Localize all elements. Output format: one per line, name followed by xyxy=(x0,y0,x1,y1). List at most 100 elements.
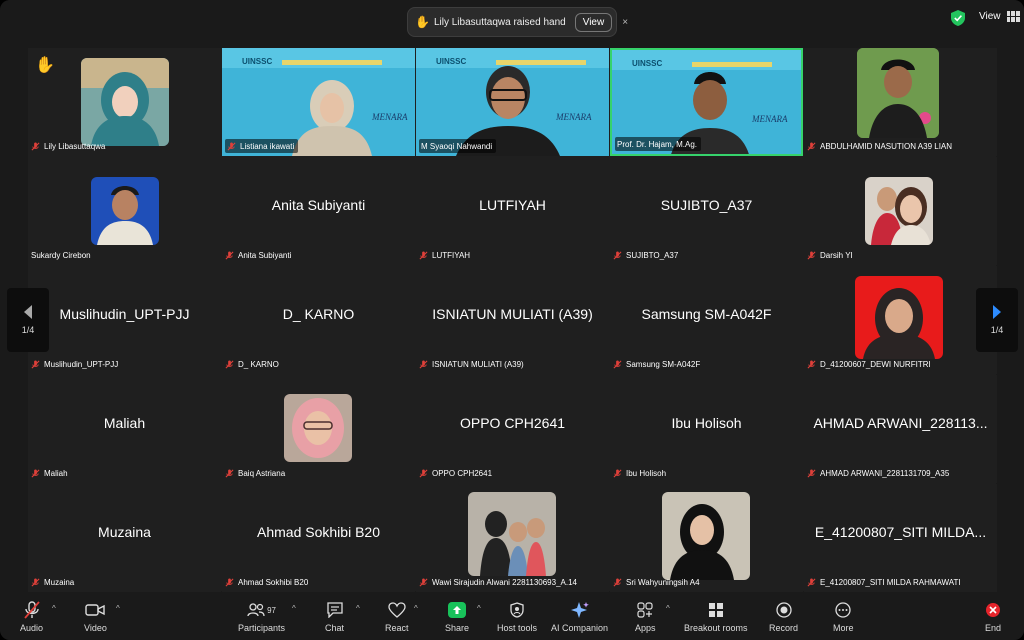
participant-tile[interactable]: Darsih YI xyxy=(804,157,997,265)
video-camera-icon xyxy=(85,604,106,616)
participant-name-label: SUJIBTO_A37 xyxy=(613,248,678,262)
participant-tile[interactable]: D_41200607_DEWI NURFITRI xyxy=(804,266,997,374)
participant-avatar xyxy=(468,492,556,576)
mic-muted-icon xyxy=(31,141,40,150)
mic-muted-icon xyxy=(31,577,40,586)
mic-muted-icon xyxy=(31,468,40,477)
participant-tile[interactable]: Samsung SM-A042F Samsung SM-A042F xyxy=(610,266,803,374)
participant-tile[interactable]: Sukardy Cirebon xyxy=(28,157,221,265)
mic-muted-icon xyxy=(613,359,622,368)
gallery-view: ✋ Lily Libasuttaqwa UINSSC MENARA Listia… xyxy=(28,48,997,592)
next-page-button[interactable]: 1/4 xyxy=(976,288,1018,352)
mic-muted-icon xyxy=(419,359,428,368)
react-options-caret-icon[interactable]: ^ xyxy=(414,604,418,613)
participant-tile[interactable]: OPPO CPH2641 OPPO CPH2641 xyxy=(416,375,609,483)
participant-tile[interactable]: LUTFIYAH LUTFIYAH xyxy=(416,157,609,265)
participant-tile[interactable]: Muzaina Muzaina xyxy=(28,484,221,592)
participant-tile-active-speaker[interactable]: UINSSC MENARA Prof. Dr. Hajam, M.Ag. xyxy=(610,48,803,156)
ai-companion-button[interactable]: AI Companion xyxy=(551,599,608,633)
participant-tile[interactable]: Wawi Sirajudin Alwani 2281130693_A.14 xyxy=(416,484,609,592)
participant-tile[interactable]: UINSSC MENARA Listiana ikawati xyxy=(222,48,415,156)
apps-button[interactable]: Apps xyxy=(635,599,656,633)
raised-hand-icon: ✋ xyxy=(415,15,430,29)
gallery-grid-icon xyxy=(1006,11,1020,22)
participant-name-label: Samsung SM-A042F xyxy=(613,357,700,371)
participant-tile[interactable]: Muslihudin_UPT-PJJ Muslihudin_UPT-PJJ xyxy=(28,266,221,374)
apps-options-caret-icon[interactable]: ^ xyxy=(666,604,670,613)
participant-display-name: LUTFIYAH xyxy=(479,196,546,213)
participant-name-label: Sukardy Cirebon xyxy=(31,250,91,260)
svg-text:MENARA: MENARA xyxy=(751,114,788,124)
breakout-rooms-button[interactable]: Breakout rooms xyxy=(684,599,748,633)
participant-tile[interactable]: ISNIATUN MULIATI (A39) ISNIATUN MULIATI … xyxy=(416,266,609,374)
participant-display-name: SUJIBTO_A37 xyxy=(660,196,753,213)
audio-options-caret-icon[interactable]: ^ xyxy=(52,604,56,613)
previous-page-button[interactable]: 1/4 xyxy=(7,288,49,352)
video-button[interactable]: Video xyxy=(84,599,107,633)
host-shield-icon xyxy=(510,602,524,618)
participant-avatar xyxy=(284,394,352,462)
participant-name-label: Listiana ikawati xyxy=(225,139,299,153)
notification-text: Lily Libasuttaqwa raised hand xyxy=(433,16,566,28)
more-button[interactable]: More xyxy=(833,599,854,633)
mic-muted-icon xyxy=(23,601,40,619)
avatar-photo xyxy=(81,58,169,146)
host-tools-button[interactable]: Host tools xyxy=(497,599,537,633)
participant-display-name: OPPO CPH2641 xyxy=(459,414,566,431)
avatar-photo xyxy=(91,177,159,245)
view-menu-button[interactable]: View xyxy=(979,11,1020,22)
share-button[interactable]: Share xyxy=(445,599,469,633)
participant-name-label: M Syaoqi Nahwandi xyxy=(419,139,497,153)
end-meeting-button[interactable]: End xyxy=(985,599,1001,633)
mic-muted-icon xyxy=(225,468,234,477)
mic-muted-icon xyxy=(225,250,234,259)
participant-tile[interactable]: Ibu Holisoh Ibu Holisoh xyxy=(610,375,803,483)
notification-close-icon[interactable]: × xyxy=(622,17,628,28)
chat-options-caret-icon[interactable]: ^ xyxy=(356,604,360,613)
react-button[interactable]: React xyxy=(385,599,409,633)
top-bar: ✋ Lily Libasuttaqwa raised hand View × V… xyxy=(0,0,1024,44)
participant-tile[interactable]: Maliah Maliah xyxy=(28,375,221,483)
participant-tile[interactable]: UINSSC MENARA M Syaoqi Nahwandi xyxy=(416,48,609,156)
participant-tile[interactable]: AHMAD ARWANI_228113... AHMAD ARWANI_2281… xyxy=(804,375,997,483)
participant-avatar xyxy=(857,48,939,138)
participant-name-label: Muslihudin_UPT-PJJ xyxy=(31,357,118,371)
participants-options-caret-icon[interactable]: ^ xyxy=(292,604,296,613)
participant-tile[interactable]: ABDULHAMID NASUTION A39 LIAN xyxy=(804,48,997,156)
mic-muted-icon xyxy=(227,141,236,150)
participant-display-name: ISNIATUN MULIATI (A39) xyxy=(432,305,593,322)
participant-tile[interactable]: SUJIBTO_A37 SUJIBTO_A37 xyxy=(610,157,803,265)
participant-name-label: ISNIATUN MULIATI (A39) xyxy=(419,357,524,371)
participant-tile[interactable]: Ahmad Sokhibi B20 Ahmad Sokhibi B20 xyxy=(222,484,415,592)
avatar-photo xyxy=(865,177,933,245)
participant-display-name: Samsung SM-A042F xyxy=(641,305,772,322)
share-options-caret-icon[interactable]: ^ xyxy=(477,604,481,613)
participant-tile[interactable]: ✋ Lily Libasuttaqwa xyxy=(28,48,221,156)
mic-muted-icon xyxy=(225,577,234,586)
security-shield-icon[interactable] xyxy=(951,10,965,26)
record-button[interactable]: Record xyxy=(769,599,798,633)
participant-tile[interactable]: Anita Subiyanti Anita Subiyanti xyxy=(222,157,415,265)
view-label: View xyxy=(979,11,1001,22)
participant-tile[interactable]: Baiq Astriana xyxy=(222,375,415,483)
participant-name-label: OPPO CPH2641 xyxy=(419,466,492,480)
participants-icon xyxy=(247,603,265,617)
participant-tile[interactable]: D_ KARNO D_ KARNO xyxy=(222,266,415,374)
chat-button[interactable]: Chat xyxy=(325,599,344,633)
participant-tile[interactable]: E_41200807_SITI MILDA... E_41200807_SITI… xyxy=(804,484,997,592)
notification-view-button[interactable]: View xyxy=(574,12,613,32)
participant-name-label: Ahmad Sokhibi B20 xyxy=(225,575,308,589)
participant-name-label: Muzaina xyxy=(31,575,74,589)
participants-button[interactable]: 97 Participants xyxy=(238,599,285,633)
mic-muted-icon xyxy=(807,250,816,259)
video-options-caret-icon[interactable]: ^ xyxy=(116,604,120,613)
avatar-photo xyxy=(857,48,939,138)
mic-muted-icon xyxy=(613,577,622,586)
avatar-photo xyxy=(855,276,943,359)
participant-avatar xyxy=(81,58,169,146)
audio-button[interactable]: Audio xyxy=(20,599,43,633)
participant-avatar xyxy=(855,276,943,359)
participant-tile[interactable]: Sri Wahyuningsih A4 xyxy=(610,484,803,592)
participant-display-name: Anita Subiyanti xyxy=(271,196,366,213)
participant-display-name: D_ KARNO xyxy=(282,305,355,322)
